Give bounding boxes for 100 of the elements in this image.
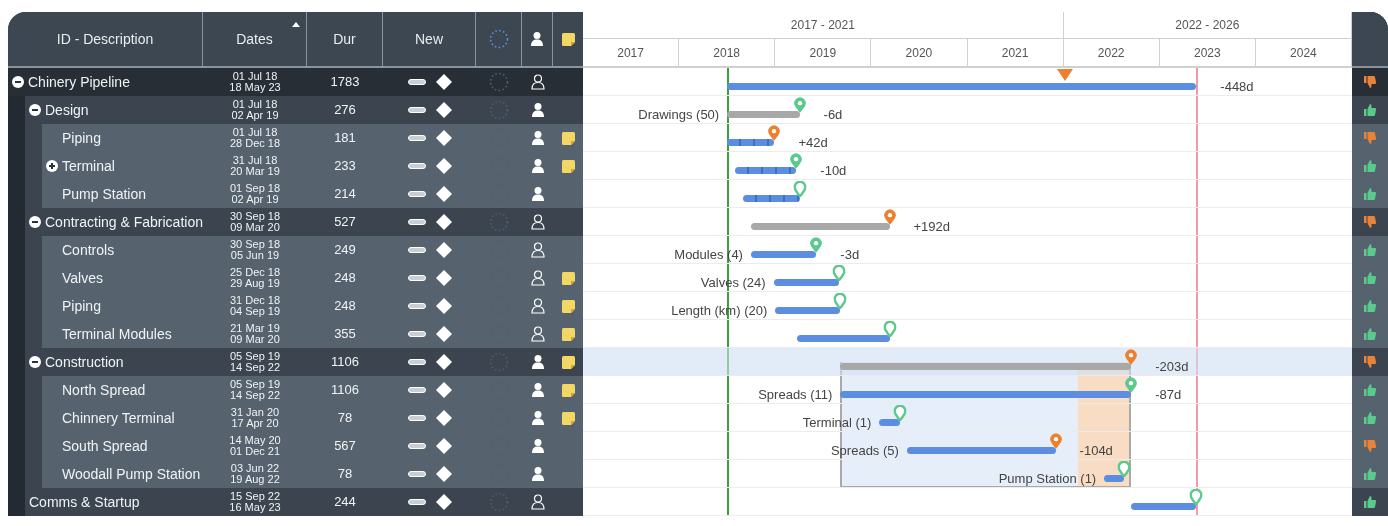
gantt-row[interactable]: Spreads (5) -104d	[583, 432, 1352, 460]
table-row[interactable]: Piping 31 Dec 18 04 Sep 19 248	[8, 292, 583, 320]
diamond-icon[interactable]	[435, 242, 452, 258]
diamond-icon[interactable]	[435, 466, 452, 482]
person-icon[interactable]	[530, 242, 545, 258]
thumbs-up-icon[interactable]	[1363, 187, 1377, 201]
note-icon[interactable]	[561, 32, 575, 46]
person-icon[interactable]	[530, 466, 545, 482]
column-header[interactable]: Dur	[307, 12, 383, 66]
person-icon[interactable]	[530, 438, 545, 454]
collapse-icon[interactable]	[12, 76, 24, 88]
diamond-icon[interactable]	[435, 158, 452, 174]
thumbs-up-icon[interactable]	[1363, 495, 1377, 509]
person-icon[interactable]	[530, 158, 545, 174]
person-icon[interactable]	[530, 326, 545, 342]
gantt-row[interactable]: +42d	[583, 124, 1352, 152]
person-icon[interactable]	[530, 102, 545, 118]
thumbs-up-icon[interactable]	[1363, 327, 1377, 341]
table-row[interactable]: North Spread 05 Sep 19 14 Sep 22 1106	[8, 376, 583, 404]
gantt-row[interactable]	[583, 180, 1352, 208]
column-header[interactable]: ID - Description	[8, 12, 203, 66]
diamond-icon[interactable]	[435, 410, 452, 426]
person-icon[interactable]	[530, 494, 545, 510]
table-row[interactable]: Piping 01 Jul 18 28 Dec 18 181	[8, 124, 583, 152]
diamond-icon[interactable]	[435, 186, 452, 202]
person-icon[interactable]	[530, 298, 545, 314]
collapse-icon[interactable]	[29, 216, 41, 228]
gantt-row[interactable]	[583, 488, 1352, 516]
person-icon[interactable]	[530, 74, 545, 90]
table-row[interactable]: Chinery Pipeline 01 Jul 18 18 May 23 1783	[8, 68, 583, 96]
column-header[interactable]: New	[383, 12, 476, 66]
thumbs-down-icon[interactable]	[1363, 355, 1377, 369]
thumbs-down-icon[interactable]	[1363, 75, 1377, 89]
thumbs-up-icon[interactable]	[1363, 271, 1377, 285]
person-icon[interactable]	[530, 214, 545, 230]
indent-gutter	[8, 96, 25, 124]
gantt-row[interactable]: -10d	[583, 152, 1352, 180]
person-icon[interactable]	[530, 410, 545, 426]
collapse-icon[interactable]	[29, 104, 41, 116]
person-icon[interactable]	[530, 186, 545, 202]
column-header[interactable]: Dates	[203, 12, 307, 66]
expand-icon[interactable]	[46, 160, 58, 172]
table-row[interactable]: Terminal Modules 21 Mar 19 09 Mar 20 355	[8, 320, 583, 348]
thumbs-up-icon[interactable]	[1363, 383, 1377, 397]
person-icon[interactable]	[530, 130, 545, 146]
thumbs-up-icon[interactable]	[1363, 467, 1377, 481]
gantt-row[interactable]: -203d	[583, 348, 1352, 376]
diamond-icon[interactable]	[435, 326, 452, 342]
collapse-icon[interactable]	[29, 356, 41, 368]
note-icon[interactable]	[561, 159, 575, 173]
table-row[interactable]: Controls 30 Sep 18 05 Jun 19 249	[8, 236, 583, 264]
gantt-row[interactable]: Spreads (11) -87d	[583, 376, 1352, 404]
person-icon[interactable]	[530, 354, 545, 370]
table-row[interactable]: Chinnery Terminal 31 Jan 20 17 Apr 20 78	[8, 404, 583, 432]
note-icon[interactable]	[561, 355, 575, 369]
table-row[interactable]: Terminal 31 Jul 18 20 Mar 19 233	[8, 152, 583, 180]
task-bar[interactable]	[735, 167, 797, 174]
note-icon[interactable]	[561, 271, 575, 285]
thumbs-up-icon[interactable]	[1363, 159, 1377, 173]
note-icon[interactable]	[561, 131, 575, 145]
note-icon[interactable]	[561, 411, 575, 425]
task-name: Controls	[62, 240, 115, 260]
thumbs-up-icon[interactable]	[1363, 243, 1377, 257]
progress-ring-icon	[489, 72, 509, 92]
diamond-icon[interactable]	[435, 74, 452, 90]
table-row[interactable]: Pump Station 01 Sep 18 02 Apr 19 214	[8, 180, 583, 208]
thumbs-up-icon[interactable]	[1363, 103, 1377, 117]
date-range: 01 Jul 18 02 Apr 19	[230, 99, 280, 121]
task-bar[interactable]	[750, 251, 817, 258]
person-icon[interactable]	[530, 270, 545, 286]
diamond-icon[interactable]	[435, 354, 452, 370]
thumbs-down-icon[interactable]	[1363, 215, 1377, 229]
diamond-icon[interactable]	[435, 102, 452, 118]
gantt-row[interactable]: Drawings (50) -6d	[583, 96, 1352, 124]
task-bar[interactable]	[773, 279, 839, 286]
person-icon[interactable]	[530, 31, 544, 47]
gantt-row[interactable]: Terminal (1)	[583, 404, 1352, 432]
table-row[interactable]: Valves 25 Dec 18 29 Aug 19 248	[8, 264, 583, 292]
person-icon[interactable]	[530, 382, 545, 398]
diamond-icon[interactable]	[435, 382, 452, 398]
gantt-row[interactable]	[583, 320, 1352, 348]
thumbs-up-icon[interactable]	[1363, 411, 1377, 425]
note-icon[interactable]	[561, 299, 575, 313]
task-bar[interactable]	[727, 139, 775, 146]
thumbs-down-icon[interactable]	[1363, 439, 1377, 453]
gantt-row[interactable]: -448d	[583, 68, 1352, 96]
table-row[interactable]: South Spread 14 May 20 01 Dec 21 567	[8, 432, 583, 460]
gantt-row[interactable]: Pump Station (1)	[583, 460, 1352, 488]
note-icon[interactable]	[561, 383, 575, 397]
note-icon[interactable]	[561, 327, 575, 341]
diamond-icon[interactable]	[435, 298, 452, 314]
thumbs-down-icon[interactable]	[1363, 131, 1377, 145]
thumbs-up-icon[interactable]	[1363, 299, 1377, 313]
diamond-icon[interactable]	[435, 270, 452, 286]
diamond-icon[interactable]	[435, 214, 452, 230]
gantt-row[interactable]: +192d	[583, 208, 1352, 236]
diamond-icon[interactable]	[435, 494, 452, 510]
diamond-icon[interactable]	[435, 130, 452, 146]
diamond-icon[interactable]	[435, 438, 452, 454]
table-row[interactable]: Woodall Pump Station 03 Jun 22 19 Aug 22 78	[8, 460, 583, 488]
